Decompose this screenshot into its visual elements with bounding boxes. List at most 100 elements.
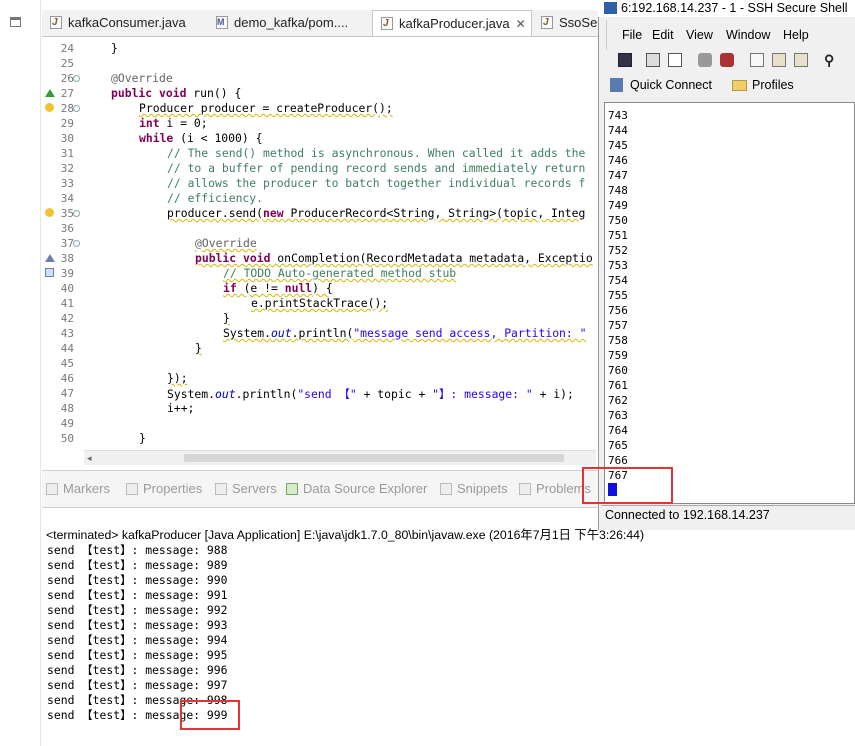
tab-sso-service[interactable]: SsoSer bbox=[533, 10, 602, 35]
console-line: send 【test】: message: 989 bbox=[47, 558, 228, 572]
console-line: send 【test】: message: 994 bbox=[47, 633, 228, 647]
ssh-toolbar: ⚲ bbox=[606, 50, 855, 74]
tab-label: kafkaProducer.java bbox=[399, 16, 510, 31]
line-number: 29 bbox=[60, 117, 74, 130]
terminal-line: 765 bbox=[608, 439, 628, 452]
tab-snippets[interactable]: Snippets bbox=[440, 481, 508, 496]
code-line-43: System.out.println("message send access,… bbox=[223, 326, 587, 340]
console-line: send 【test】: message: 995 bbox=[47, 648, 228, 662]
code-line-33: // allows the producer to batch together… bbox=[167, 176, 586, 190]
scrollbar-thumb[interactable] bbox=[184, 454, 564, 462]
warning-bulb-icon bbox=[45, 208, 54, 217]
connection-status: Connected to 192.168.14.237 bbox=[605, 508, 770, 522]
connect-icon[interactable] bbox=[720, 53, 734, 67]
menu-help[interactable]: Help bbox=[783, 28, 809, 42]
code-line-48: i++; bbox=[167, 401, 195, 415]
editor-horizontal-scrollbar[interactable]: ◂ bbox=[84, 450, 596, 465]
find-icon[interactable]: ⚲ bbox=[824, 53, 838, 67]
save-icon[interactable] bbox=[618, 53, 632, 67]
code-line-40: if (e != null) { bbox=[223, 281, 333, 295]
line-number: 30 bbox=[60, 132, 74, 145]
terminal-line: 748 bbox=[608, 184, 628, 197]
scroll-left-icon[interactable]: ◂ bbox=[87, 453, 92, 464]
code-line-24: } bbox=[111, 41, 118, 55]
line-number: 33 bbox=[60, 177, 74, 190]
terminal-line: 756 bbox=[608, 304, 628, 317]
java-file-icon bbox=[381, 17, 393, 30]
quick-connect-button[interactable]: Quick Connect bbox=[610, 78, 712, 92]
code-line-34: // efficiency. bbox=[167, 191, 264, 205]
line-number: 48 bbox=[60, 402, 74, 415]
ssh-title: 6:192.168.14.237 - 1 - SSH Secure Shell bbox=[621, 1, 848, 15]
fold-toggle-icon[interactable] bbox=[73, 75, 80, 82]
terminal-line: 758 bbox=[608, 334, 628, 347]
terminal-line: 762 bbox=[608, 394, 628, 407]
terminal-line: 763 bbox=[608, 409, 628, 422]
data-source-icon bbox=[286, 482, 298, 495]
code-line-47: System.out.println("send 【" + topic + "】… bbox=[167, 387, 574, 401]
profiles-button[interactable]: Profiles bbox=[732, 78, 794, 92]
tab-pom[interactable]: demo_kafka/pom.... bbox=[208, 10, 373, 35]
fold-toggle-icon[interactable] bbox=[73, 105, 80, 112]
line-number: 40 bbox=[60, 282, 74, 295]
servers-icon bbox=[215, 482, 227, 495]
terminal-line: 761 bbox=[608, 379, 628, 392]
fold-toggle-icon[interactable] bbox=[73, 210, 80, 217]
menu-view[interactable]: View bbox=[686, 28, 713, 42]
terminal-line: 753 bbox=[608, 259, 628, 272]
tab-markers[interactable]: Markers bbox=[46, 481, 110, 496]
paste-special-icon[interactable] bbox=[794, 53, 808, 67]
terminal-line: 744 bbox=[608, 124, 628, 137]
code-line-42: } bbox=[223, 311, 230, 325]
disconnect-icon[interactable] bbox=[698, 53, 712, 67]
paste-icon[interactable] bbox=[772, 53, 786, 67]
tab-label: demo_kafka/pom.... bbox=[234, 15, 349, 30]
menu-edit[interactable]: Edit bbox=[652, 28, 674, 42]
line-number: 46 bbox=[60, 372, 74, 385]
line-number: 49 bbox=[60, 417, 74, 430]
terminal-line: 750 bbox=[608, 214, 628, 227]
line-number: 36 bbox=[60, 222, 74, 235]
ssh-app-icon bbox=[604, 2, 617, 14]
line-number: 31 bbox=[60, 147, 74, 160]
close-icon[interactable]: ✕ bbox=[516, 17, 526, 31]
line-number: 37 bbox=[60, 237, 74, 250]
task-icon bbox=[45, 268, 54, 277]
java-file-icon bbox=[50, 16, 62, 29]
tab-servers[interactable]: Servers bbox=[215, 481, 277, 496]
tab-properties[interactable]: Properties bbox=[126, 481, 202, 496]
tab-kafka-consumer[interactable]: kafkaConsumer.java bbox=[42, 10, 207, 35]
code-line-39: // TODO Auto-generated method stub bbox=[223, 266, 457, 280]
line-number: 45 bbox=[60, 357, 74, 370]
console-line: send 【test】: message: 990 bbox=[47, 573, 228, 587]
problems-icon bbox=[519, 482, 531, 495]
code-line-37: @Override bbox=[195, 236, 257, 250]
properties-icon bbox=[126, 482, 138, 495]
copy-icon[interactable] bbox=[750, 53, 764, 67]
line-number: 41 bbox=[60, 297, 74, 310]
code-line-35: producer.send(new ProducerRecord<String,… bbox=[167, 206, 586, 220]
line-number: 26 bbox=[60, 72, 74, 85]
code-line-26: @Override bbox=[111, 71, 173, 85]
code-line-46: }); bbox=[167, 371, 188, 385]
ssh-terminal[interactable] bbox=[604, 102, 855, 504]
menu-file[interactable]: File bbox=[622, 28, 642, 42]
tab-kafka-producer[interactable]: kafkaProducer.java ✕ bbox=[372, 10, 532, 36]
tab-data-source-explorer[interactable]: Data Source Explorer bbox=[286, 481, 427, 496]
code-line-29: int i = 0; bbox=[139, 116, 208, 130]
fold-toggle-icon[interactable] bbox=[73, 240, 80, 247]
terminal-line: 766 bbox=[608, 454, 628, 467]
print-icon[interactable] bbox=[646, 53, 660, 67]
code-line-44: } bbox=[195, 341, 202, 355]
console-line: send 【test】: message: 997 bbox=[47, 678, 228, 692]
menu-window[interactable]: Window bbox=[726, 28, 770, 42]
code-line-31: // The send() method is asynchronous. Wh… bbox=[167, 146, 586, 160]
code-line-50: } bbox=[139, 431, 146, 445]
line-number: 42 bbox=[60, 312, 74, 325]
restore-icon[interactable] bbox=[10, 17, 21, 27]
print-preview-icon[interactable] bbox=[668, 53, 682, 67]
quick-connect-icon bbox=[610, 78, 623, 92]
console-line: send 【test】: message: 993 bbox=[47, 618, 228, 632]
console-line: send 【test】: message: 991 bbox=[47, 588, 228, 602]
tab-problems[interactable]: Problems bbox=[519, 481, 591, 496]
